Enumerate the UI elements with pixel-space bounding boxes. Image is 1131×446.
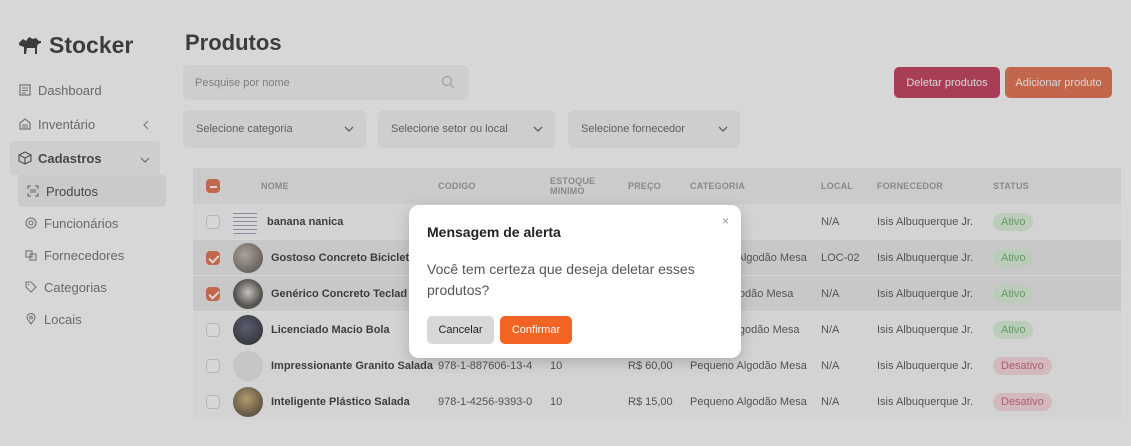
close-icon[interactable]: × bbox=[722, 214, 729, 228]
dialog-title: Mensagem de alerta bbox=[427, 224, 561, 240]
cancel-button[interactable]: Cancelar bbox=[427, 316, 494, 344]
dialog-message: Você tem certeza que deseja deletar esse… bbox=[427, 261, 695, 298]
alert-dialog: Mensagem de alerta × Você tem certeza qu… bbox=[409, 205, 741, 358]
confirm-button[interactable]: Confirmar bbox=[500, 316, 572, 344]
